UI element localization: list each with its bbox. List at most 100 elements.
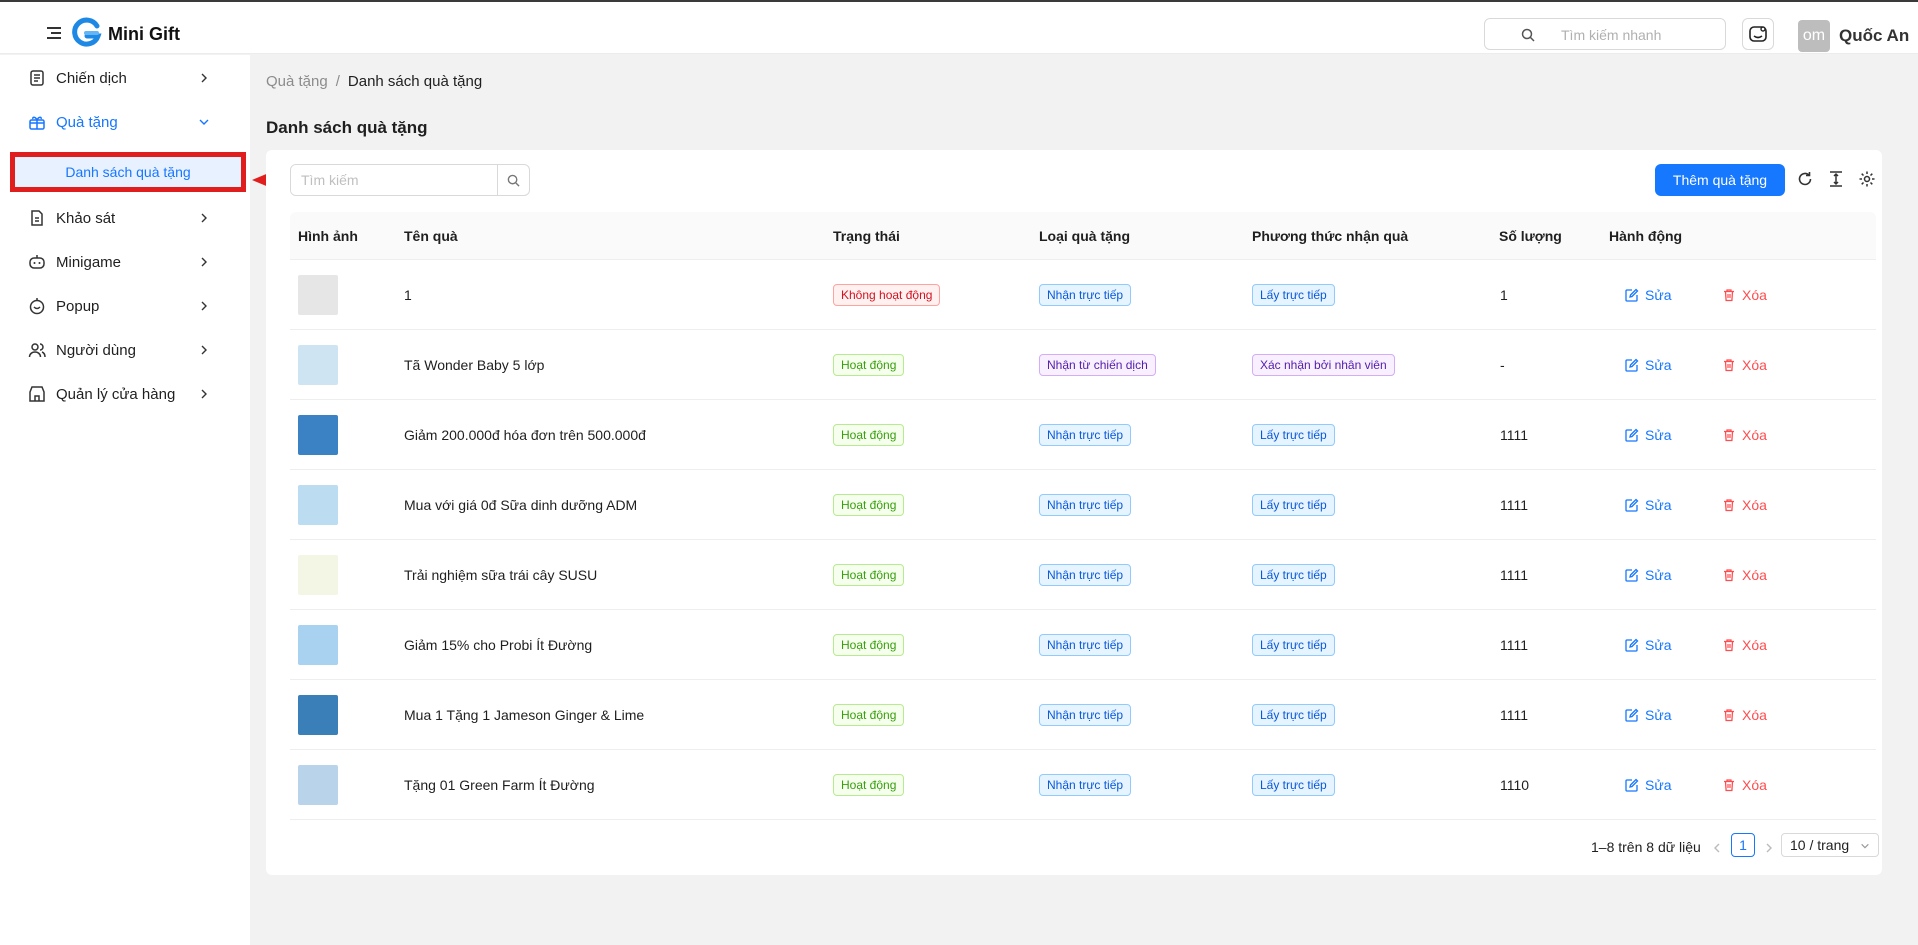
gift-thumbnail: [298, 625, 338, 665]
sidebar-item-store-management[interactable]: Quản lý cửa hàng: [0, 374, 250, 414]
gift-thumbnail: [298, 345, 338, 385]
status-badge: Hoạt động: [833, 704, 905, 726]
delete-label: Xóa: [1742, 707, 1767, 723]
pagination-page[interactable]: 1: [1731, 833, 1755, 857]
delete-button[interactable]: Xóa: [1722, 497, 1767, 513]
edit-button[interactable]: Sửa: [1625, 287, 1672, 303]
column-header: Loại quà tặng: [1039, 228, 1130, 244]
edit-label: Sửa: [1645, 637, 1672, 653]
delete-button[interactable]: Xóa: [1722, 287, 1767, 303]
table-search-button[interactable]: [497, 165, 529, 195]
delete-button[interactable]: Xóa: [1722, 637, 1767, 653]
edit-button[interactable]: Sửa: [1625, 357, 1672, 373]
edit-button[interactable]: Sửa: [1625, 427, 1672, 443]
trash-icon: [1724, 289, 1734, 302]
quick-search[interactable]: [1484, 18, 1726, 50]
receive-method-badge: Lấy trực tiếp: [1252, 634, 1335, 656]
delete-label: Xóa: [1742, 567, 1767, 583]
table-search[interactable]: [290, 164, 530, 196]
table-row: Giảm 200.000đ hóa đơn trên 500.000đ Hoạt …: [290, 400, 1876, 470]
edit-label: Sửa: [1645, 497, 1672, 513]
quantity: 1111: [1500, 497, 1529, 513]
gift-name: Mua với giá 0đ Sữa dinh dưỡng ADM: [404, 497, 638, 513]
sidebar-item-survey[interactable]: Khảo sát: [0, 198, 250, 238]
gift-thumbnail: [298, 415, 338, 455]
edit-button[interactable]: Sửa: [1625, 707, 1672, 723]
gift-thumbnail: [298, 275, 338, 315]
table-row: Tặng 01 Green Farm Ít Đường Hoạt động Nhận…: [290, 750, 1876, 820]
receive-method-badge: Lấy trực tiếp: [1252, 564, 1335, 586]
edit-button[interactable]: Sửa: [1625, 777, 1672, 793]
receive-method-badge: Xác nhận bởi nhân viên: [1252, 354, 1395, 376]
column-header: Phương thức nhận quà: [1252, 228, 1409, 244]
top-header: Mini Gift om Quốc An: [0, 0, 1918, 54]
table-row: Trải nghiệm sữa trái cây SUSU Hoạt động Nh…: [290, 540, 1876, 610]
popup-icon: [29, 298, 45, 315]
edit-label: Sửa: [1645, 287, 1672, 303]
delete-button[interactable]: Xóa: [1722, 567, 1767, 583]
gift-name: Tã Wonder Baby 5 lớp: [404, 357, 545, 373]
sidebar-item-popup[interactable]: Popup: [0, 286, 250, 326]
chevron-down-icon: [1861, 843, 1869, 849]
gift-name: Trải nghiệm sữa trái cây SUSU: [404, 567, 598, 583]
sidebar-item-label: Người dùng: [56, 341, 136, 359]
edit-label: Sửa: [1645, 567, 1672, 583]
delete-label: Xóa: [1742, 497, 1767, 513]
avatar[interactable]: om: [1798, 20, 1830, 52]
sidebar-subitem-gift-list[interactable]: Danh sách quà tặng: [10, 152, 246, 192]
edit-label: Sửa: [1645, 427, 1672, 443]
sidebar-item-label: Quản lý cửa hàng: [56, 385, 176, 403]
sidebar-item-campaign[interactable]: Chiến dịch: [0, 58, 250, 98]
delete-button[interactable]: Xóa: [1722, 357, 1767, 373]
chevron-right-icon: [201, 73, 207, 83]
sidebar-item-minigame[interactable]: Minigame: [0, 242, 250, 282]
gift-name: Giảm 200.000đ hóa đơn trên 500.000đ: [404, 427, 646, 443]
status-badge: Hoạt động: [833, 424, 905, 446]
delete-label: Xóa: [1742, 287, 1767, 303]
gift-thumbnail: [298, 555, 338, 595]
gift-type-badge: Nhận trực tiếp: [1039, 564, 1132, 586]
column-height-icon[interactable]: [1827, 170, 1845, 188]
delete-button[interactable]: Xóa: [1722, 707, 1767, 723]
gift-list-card: Thêm quà tặng Hình ảnh Tên quà Trạng thá…: [266, 150, 1882, 875]
delete-button[interactable]: Xóa: [1722, 777, 1767, 793]
edit-label: Sửa: [1645, 777, 1672, 793]
gift-icon: [29, 116, 45, 130]
edit-icon: [1625, 428, 1639, 442]
column-header: Tên quà: [404, 228, 458, 244]
quantity: -: [1500, 357, 1505, 373]
gift-type-badge: Nhận trực tiếp: [1039, 634, 1132, 656]
add-gift-button[interactable]: Thêm quà tặng: [1655, 164, 1785, 196]
edit-button[interactable]: Sửa: [1625, 567, 1672, 583]
settings-icon[interactable]: [1858, 170, 1876, 188]
page-size-select[interactable]: 10 / trang: [1781, 833, 1879, 857]
trash-icon: [1724, 779, 1734, 792]
user-name[interactable]: Quốc An: [1839, 26, 1909, 46]
app-name: Mini Gift: [108, 24, 180, 44]
sidebar-item-label: Minigame: [56, 253, 122, 271]
table-search-input[interactable]: [291, 165, 497, 195]
quick-search-input[interactable]: [1561, 25, 1711, 45]
reload-icon[interactable]: [1796, 170, 1814, 188]
table-header: Hình ảnh Tên quà Trạng thái Loại quà tặn…: [290, 212, 1876, 260]
breadcrumb-parent[interactable]: Quà tặng: [266, 73, 328, 90]
notification-button[interactable]: [1742, 18, 1774, 50]
edit-button[interactable]: Sửa: [1625, 637, 1672, 653]
gift-type-badge: Nhận từ chiến dịch: [1039, 354, 1156, 376]
quantity: 1111: [1500, 707, 1529, 723]
sidebar-item-gifts[interactable]: Quà tặng: [0, 102, 250, 142]
edit-button[interactable]: Sửa: [1625, 497, 1672, 513]
sidebar-item-users[interactable]: Người dùng: [0, 330, 250, 370]
table-row: 1 Không hoạt động Nhận trực tiếp Lấy trực t…: [290, 260, 1876, 330]
trash-icon: [1724, 429, 1734, 442]
edit-icon: [1625, 498, 1639, 512]
quantity: 1110: [1500, 777, 1530, 793]
chevron-left-icon[interactable]: [1711, 842, 1723, 854]
edit-icon: [1625, 708, 1639, 722]
menu-toggle-icon[interactable]: [47, 27, 61, 39]
page-title: Danh sách quà tặng: [266, 118, 428, 137]
page-size-value: 10 / trang: [1790, 837, 1850, 853]
trash-icon: [1724, 569, 1734, 582]
chevron-right-icon[interactable]: [1763, 842, 1775, 854]
delete-button[interactable]: Xóa: [1722, 427, 1767, 443]
